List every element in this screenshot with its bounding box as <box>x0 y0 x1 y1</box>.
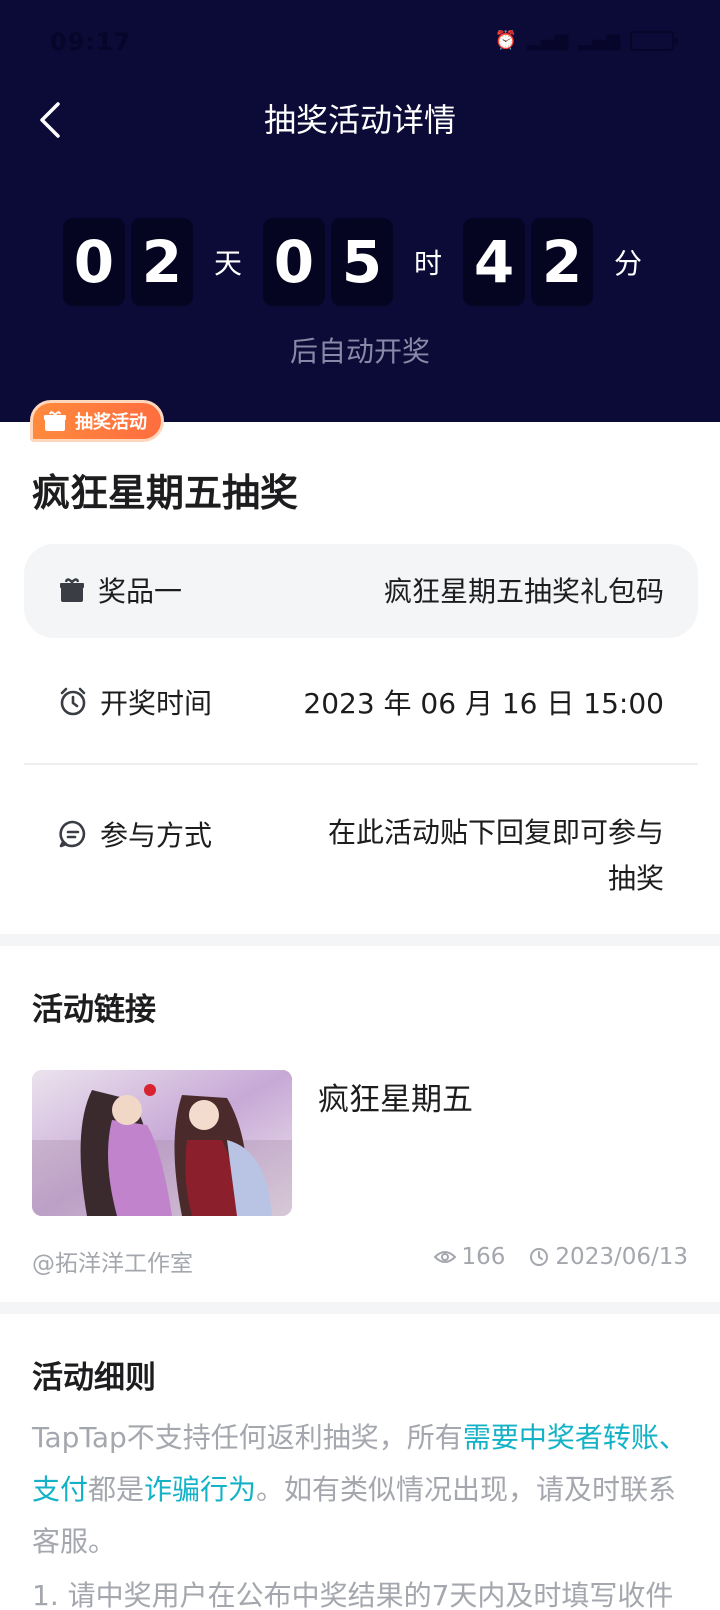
chat-bubble-icon <box>59 820 86 848</box>
participation-label-group: 参与方式 <box>58 814 212 854</box>
activity-link-card[interactable]: 疯狂星期五 <box>32 1070 688 1220</box>
link-title: 疯狂星期五 <box>318 1082 473 1118</box>
eye-icon <box>433 1251 456 1263</box>
countdown-day-digit: 0 <box>62 218 125 306</box>
status-icons: ⏰ ▂▄▆ ▂▄▆ <box>494 30 678 51</box>
countdown-hour-digit: 0 <box>262 218 325 306</box>
views-stat: 166 <box>433 1244 506 1270</box>
link-meta: @拓洋洋工作室 166 2023/06/13 <box>32 1244 688 1278</box>
countdown: 0 2 天 0 5 时 4 2 分 <box>0 218 720 306</box>
section-separator <box>0 1302 720 1314</box>
draw-time-row: 开奖时间 2023 年 06 月 16 日 15:00 <box>24 668 698 738</box>
draw-time-label-group: 开奖时间 <box>58 682 212 722</box>
page-title: 抽奖活动详情 <box>263 101 456 139</box>
divider <box>24 763 698 765</box>
prize-value: 疯狂星期五抽奖礼包码 <box>383 575 664 608</box>
post-date: 2023/06/13 <box>555 1244 688 1270</box>
section-separator <box>0 934 720 946</box>
countdown-minute-unit: 分 <box>614 247 643 280</box>
lottery-badge: 抽奖活动 <box>30 400 164 442</box>
clock-icon <box>530 1248 549 1266</box>
countdown-caption: 后自动开奖 <box>289 335 430 368</box>
gift-icon <box>60 578 84 602</box>
signal-icon: ▂▄▆ <box>526 30 569 51</box>
countdown-day-unit: 天 <box>213 247 242 280</box>
status-time: 09:17 <box>50 28 132 56</box>
badge-label: 抽奖活动 <box>75 412 147 433</box>
alarm-clock-icon <box>60 687 86 716</box>
meta-stats: 166 2023/06/13 <box>433 1244 688 1270</box>
countdown-hour-digit: 5 <box>330 218 393 306</box>
rules-item: 1. 请中奖用户在公布中奖结果的7天内及时填写收件 <box>32 1579 674 1610</box>
link-thumbnail <box>32 1070 292 1216</box>
prize-row: 奖品一 疯狂星期五抽奖礼包码 <box>24 544 698 638</box>
countdown-minute-digit: 4 <box>463 218 525 306</box>
battery-icon <box>630 30 678 51</box>
rules-paragraph: TapTap不支持任何返利抽奖，所有需要中奖者转账、支付都是诈骗行为。如有类似情… <box>32 1412 692 1568</box>
draw-time-label: 开奖时间 <box>100 687 213 720</box>
date-stat: 2023/06/13 <box>529 1244 688 1270</box>
prize-label: 奖品一 <box>98 575 183 608</box>
header-panel: 09:17 ⏰ ▂▄▆ ▂▄▆ 抽奖活动详情 0 2 天 0 5 时 4 2 分… <box>0 0 720 422</box>
alarm-icon: ⏰ <box>494 30 517 51</box>
views-count: 166 <box>461 1244 506 1270</box>
prize-label-group: 奖品一 <box>58 570 182 610</box>
activity-title: 疯狂星期五抽奖 <box>32 471 299 515</box>
countdown-day-digit: 2 <box>130 218 193 306</box>
draw-time-value: 2023 年 06 月 16 日 15:00 <box>303 687 664 720</box>
rules-text-part: TapTap不支持任何返利抽奖，所有 <box>32 1421 463 1454</box>
participation-label: 参与方式 <box>100 819 213 852</box>
activity-link-title: 活动链接 <box>32 992 156 1028</box>
status-bar: 09:17 ⏰ ▂▄▆ ▂▄▆ <box>0 0 720 84</box>
thumbnail-illustration <box>32 1070 292 1216</box>
author-name[interactable]: @拓洋洋工作室 <box>32 1244 193 1278</box>
gift-icon <box>44 411 66 431</box>
signal-icon-2: ▂▄▆ <box>578 30 620 51</box>
rules-title: 活动细则 <box>32 1360 156 1396</box>
rules-text-part: 都是 <box>88 1473 145 1506</box>
countdown-minute-digit: 2 <box>531 218 593 306</box>
participation-row: 参与方式 在此活动贴下回复即可参与抽奖 <box>24 800 698 910</box>
participation-value: 在此活动贴下回复即可参与抽奖 <box>327 816 664 895</box>
countdown-hour-unit: 时 <box>413 247 442 280</box>
rules-highlight: 诈骗行为 <box>144 1473 257 1506</box>
